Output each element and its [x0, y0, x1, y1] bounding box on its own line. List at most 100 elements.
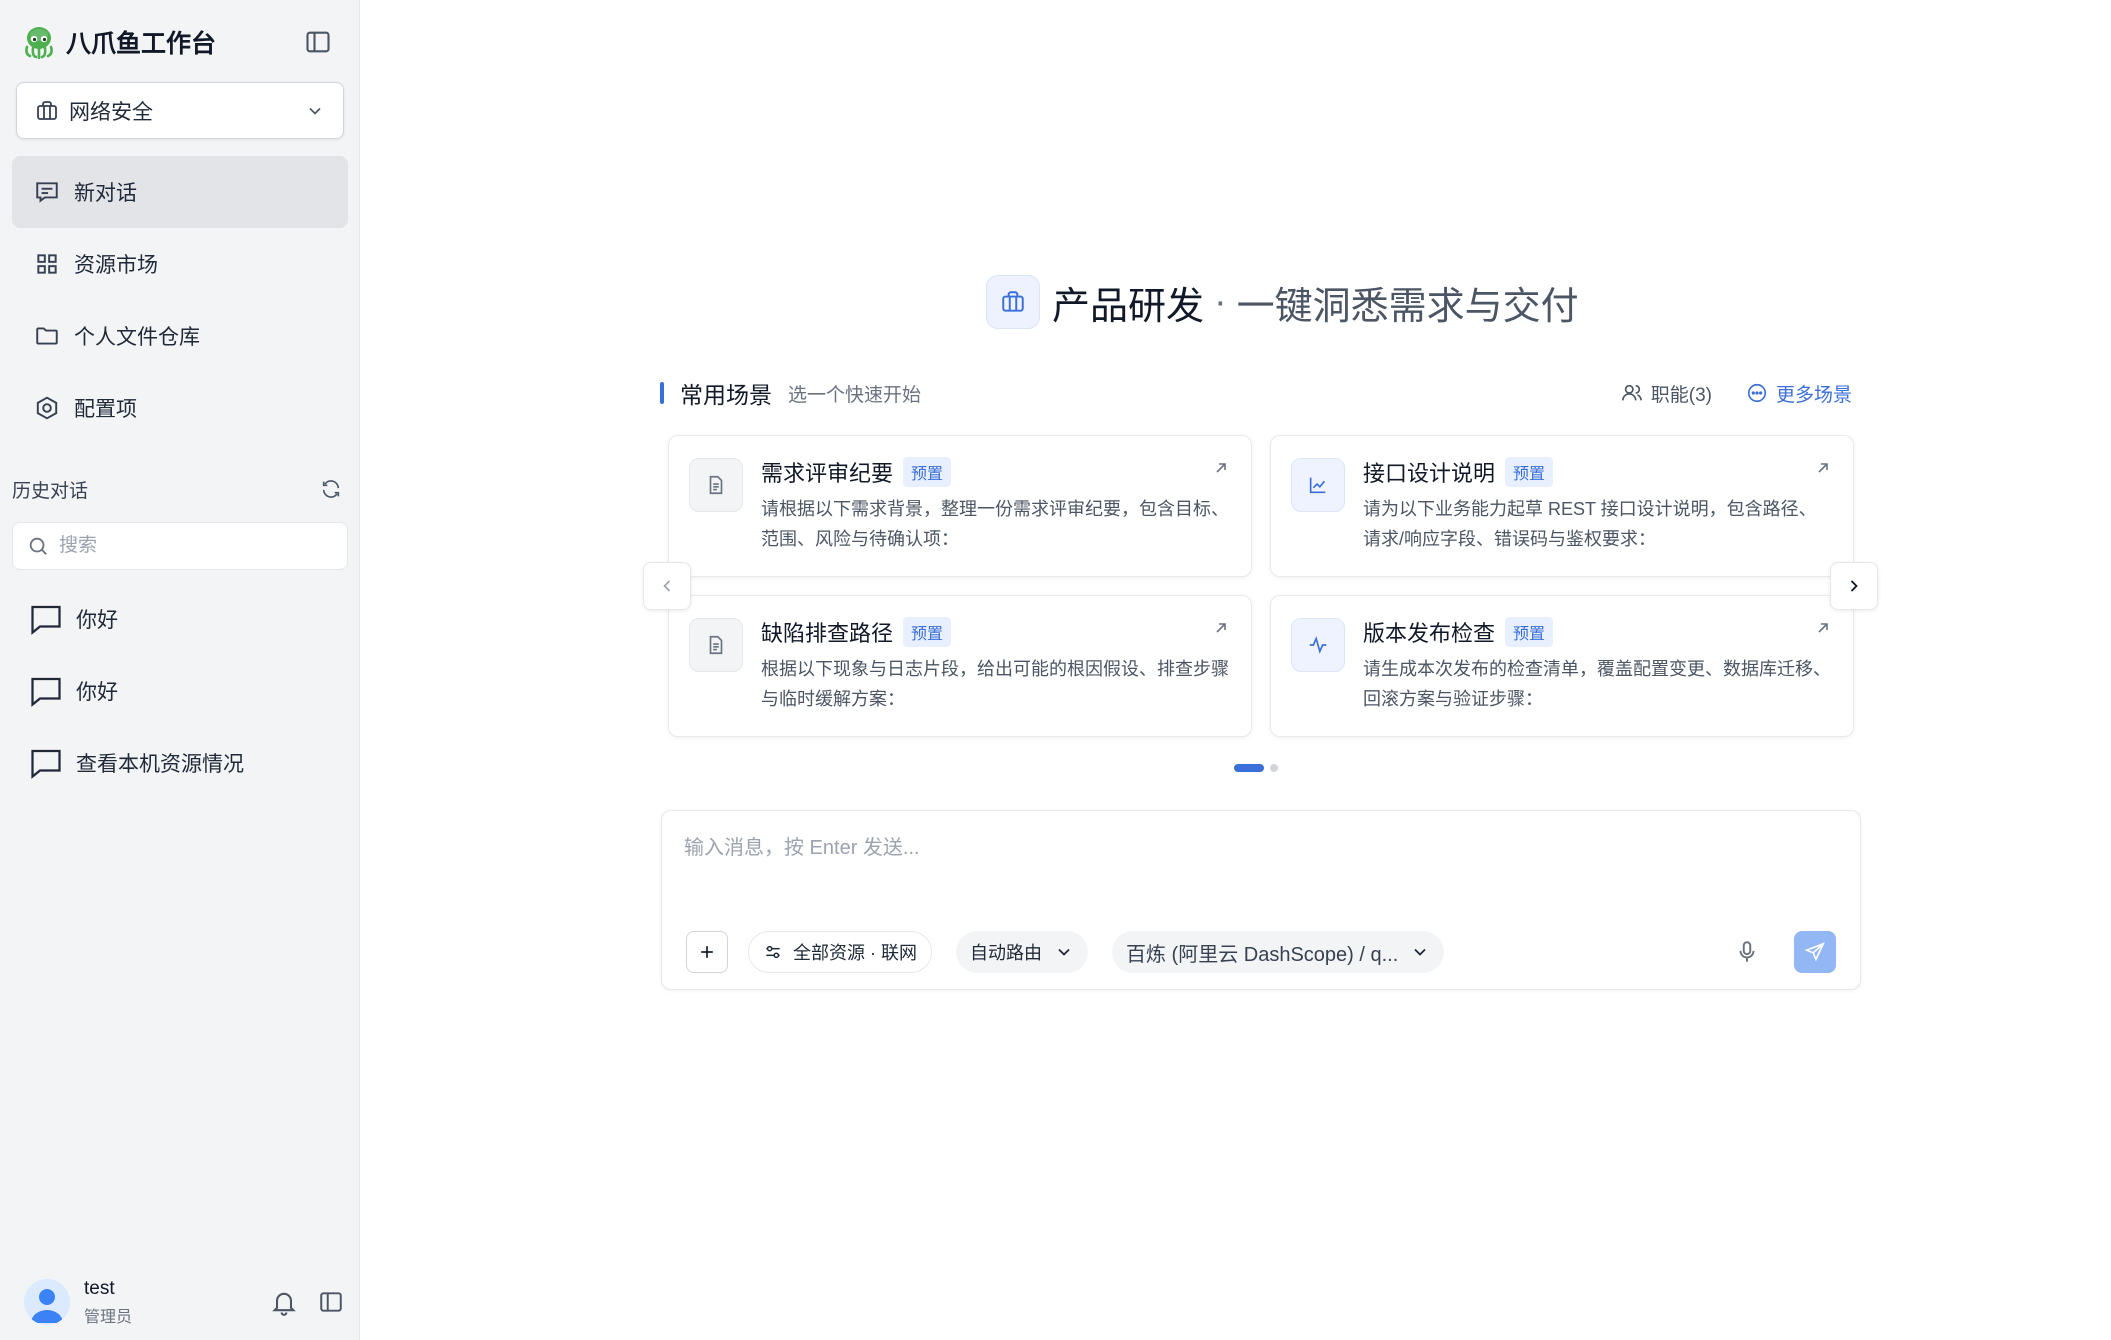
- sidebar-toggle-icon[interactable]: [304, 28, 332, 56]
- hero-separator: ·: [1214, 280, 1227, 323]
- resources-label: 全部资源 · 联网: [793, 943, 917, 963]
- card-description: 请生成本次发布的检查清单，覆盖配置变更、数据库迁移、回滚方案与验证步骤：: [1363, 659, 1831, 709]
- settings-icon: [36, 396, 58, 420]
- history-header: 历史对话: [12, 474, 342, 504]
- carousel-dot[interactable]: [1270, 764, 1278, 772]
- history-item-label: 查看本机资源情况: [76, 753, 244, 776]
- line-chart-icon: [1309, 477, 1326, 494]
- panel-toggle-icon[interactable]: [318, 1289, 344, 1315]
- chevron-left-icon: [663, 580, 671, 592]
- preset-tag: 预置: [1505, 457, 1554, 487]
- arrow-up-right-icon: [1216, 463, 1226, 473]
- nav-item-new-chat[interactable]: 新对话: [12, 156, 348, 228]
- scene-card[interactable]: 需求评审纪要 预置 请根据以下需求背景，整理一份需求评审纪要，包含目标、范围、风…: [668, 435, 1252, 577]
- hero-title: 产品研发: [1052, 285, 1205, 328]
- hero-badge: [986, 275, 1040, 329]
- message-square-icon: [31, 677, 61, 707]
- arrow-up-right-icon: [1818, 463, 1828, 473]
- history-item-label: 你好: [76, 681, 118, 704]
- hero-subtitle: 一键洞悉需求与交付: [1236, 285, 1579, 328]
- user-role: 管理员: [84, 1308, 133, 1326]
- resources-toggle[interactable]: 全部资源 · 联网: [748, 931, 932, 973]
- search-input[interactable]: [59, 535, 319, 557]
- octopus-logo-icon: [25, 27, 53, 59]
- scene-card[interactable]: 缺陷排查路径 预置 根据以下现象与日志片段，给出可能的根因假设、排查步骤与临时缓…: [668, 595, 1252, 737]
- workspace-select[interactable]: 网络安全: [16, 82, 344, 139]
- refresh-icon[interactable]: [320, 478, 342, 500]
- history-item[interactable]: 你好: [28, 583, 338, 655]
- nav-item-label: 配置项: [74, 398, 137, 421]
- arrow-up-right-icon: [1216, 623, 1226, 633]
- card-icon-box: [689, 458, 743, 512]
- microphone-icon[interactable]: [1734, 939, 1760, 965]
- message-square-icon: [31, 605, 61, 635]
- card-icon-box: [1291, 458, 1345, 512]
- send-button[interactable]: [1794, 931, 1836, 973]
- preset-tag: 预置: [903, 617, 952, 647]
- routing-select[interactable]: 自动路由: [956, 931, 1088, 973]
- history-item[interactable]: 查看本机资源情况: [28, 727, 338, 799]
- carousel-next-button[interactable]: [1830, 562, 1878, 610]
- attach-button[interactable]: [686, 931, 728, 973]
- routing-label: 自动路由: [970, 943, 1042, 963]
- user-avatar-icon: [31, 1289, 63, 1323]
- briefcase-icon: [37, 100, 57, 120]
- preset-tag: 预置: [903, 457, 952, 487]
- history-title: 历史对话: [12, 480, 89, 502]
- carousel-dots: [1234, 764, 1278, 772]
- nav-item-marketplace[interactable]: 资源市场: [12, 228, 348, 300]
- nav-item-files[interactable]: 个人文件仓库: [12, 300, 348, 372]
- card-description: 根据以下现象与日志片段，给出可能的根因假设、排查步骤与临时缓解方案：: [761, 659, 1229, 709]
- plus-icon: [701, 946, 713, 958]
- nav-item-label: 新对话: [74, 182, 137, 205]
- card-icon-box: [1291, 618, 1345, 672]
- model-select[interactable]: 百炼 (阿里云 DashScope) / q...: [1112, 931, 1445, 973]
- more-circle-icon: [1747, 383, 1767, 403]
- arrow-up-right-icon: [1818, 623, 1828, 633]
- bell-icon[interactable]: [270, 1288, 298, 1316]
- card-title: 需求评审纪要: [761, 461, 894, 486]
- chat-icon: [36, 182, 58, 203]
- roles-filter-button[interactable]: 职能(3): [1621, 380, 1712, 407]
- chevron-down-icon: [1414, 948, 1426, 956]
- chevron-right-icon: [1850, 580, 1858, 592]
- carousel-dot-active[interactable]: [1234, 764, 1264, 772]
- activity-icon: [1309, 636, 1327, 654]
- chevron-down-icon: [309, 107, 321, 115]
- document-icon: [709, 475, 723, 495]
- history-search: [12, 522, 348, 570]
- nav-item-label: 资源市场: [74, 254, 158, 277]
- brand-name: 八爪鱼工作台: [66, 30, 217, 58]
- scene-card[interactable]: 接口设计说明 预置 请为以下业务能力起草 REST 接口设计说明，包含路径、请求…: [1270, 435, 1854, 577]
- workspace-label: 网络安全: [69, 100, 153, 124]
- nav-item-settings[interactable]: 配置项: [12, 372, 348, 444]
- avatar[interactable]: [24, 1279, 70, 1325]
- scene-cards: 需求评审纪要 预置 请根据以下需求背景，整理一份需求评审纪要，包含目标、范围、风…: [668, 435, 1854, 737]
- section-accent-bar: [660, 382, 664, 404]
- grid-icon: [37, 254, 57, 274]
- hero-heading: 产品研发 · 一键洞悉需求与交付: [986, 274, 1579, 330]
- more-scenes-link[interactable]: 更多场景: [1746, 380, 1852, 407]
- message-composer: 全部资源 · 联网 自动路由 百炼 (阿里云 DashScope) / q...: [661, 810, 1861, 990]
- message-input[interactable]: [684, 831, 1834, 891]
- preset-tag: 预置: [1505, 617, 1554, 647]
- send-icon: [1804, 942, 1825, 962]
- composer-toolbar: 全部资源 · 联网 自动路由 百炼 (阿里云 DashScope) / q...: [686, 931, 1836, 973]
- message-square-icon: [31, 749, 61, 779]
- sidebar: 八爪鱼工作台 网络安全 新对话 资源市场 个人文件仓库 配置项 历史对话 搜索 …: [0, 0, 360, 1340]
- carousel-prev-button[interactable]: [643, 562, 691, 610]
- card-title: 版本发布检查: [1363, 621, 1496, 646]
- main-nav: 新对话 资源市场 个人文件仓库 配置项: [12, 156, 348, 444]
- history-list: 你好 你好 查看本机资源情况: [28, 583, 338, 799]
- scene-card[interactable]: 版本发布检查 预置 请生成本次发布的检查清单，覆盖配置变更、数据库迁移、回滚方案…: [1270, 595, 1854, 737]
- history-item[interactable]: 你好: [28, 655, 338, 727]
- card-description: 请根据以下需求背景，整理一份需求评审纪要，包含目标、范围、风险与待确认项：: [761, 499, 1229, 549]
- user-meta: test 管理员: [84, 1278, 270, 1327]
- chevron-down-icon: [1058, 948, 1070, 956]
- card-title-row: 版本发布检查 预置: [1363, 617, 1554, 647]
- more-scenes-label: 更多场景: [1775, 384, 1852, 406]
- brand: 八爪鱼工作台: [22, 22, 216, 62]
- user-profile: test 管理员: [24, 1276, 344, 1328]
- nav-item-label: 个人文件仓库: [74, 326, 200, 349]
- card-title: 缺陷排查路径: [761, 621, 894, 646]
